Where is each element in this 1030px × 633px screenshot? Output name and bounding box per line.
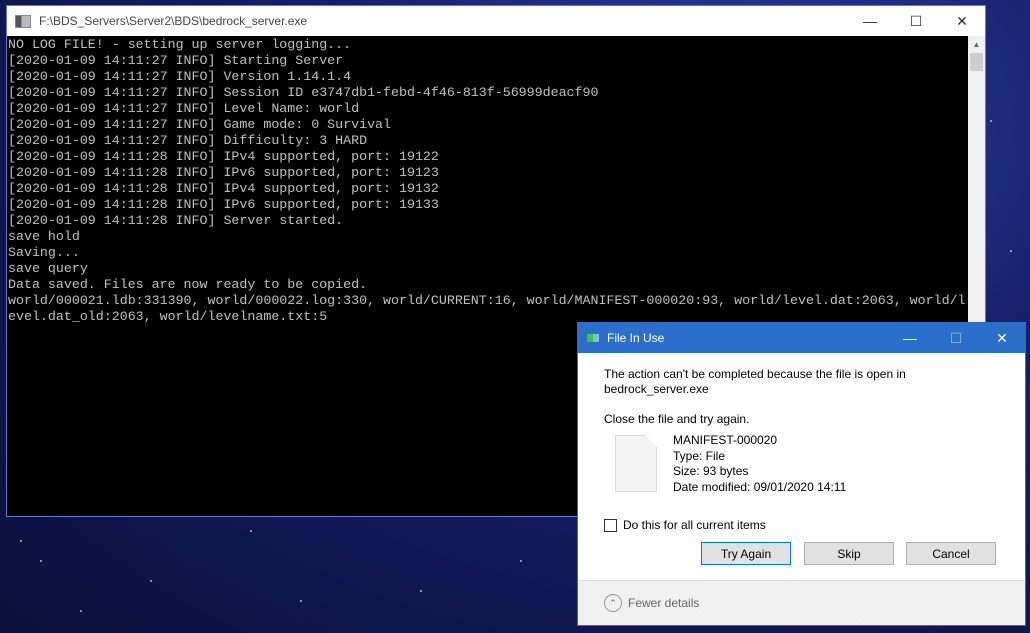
cancel-button[interactable]: Cancel — [906, 542, 996, 565]
star — [150, 580, 152, 582]
console-app-icon — [15, 14, 31, 28]
file-name: MANIFEST-000020 — [673, 433, 778, 447]
console-line: [2020-01-09 14:11:27 INFO] Level Name: w… — [8, 101, 360, 116]
star — [520, 560, 522, 562]
console-line: save hold — [8, 229, 80, 244]
star — [420, 590, 422, 592]
maximize-button[interactable]: ☐ — [893, 6, 939, 36]
dialog-footer: ⌃ Fewer details — [578, 580, 1025, 625]
star — [250, 530, 252, 532]
file-date: Date modified: 09/01/2020 14:11 — [673, 479, 847, 494]
star — [1010, 250, 1012, 252]
minimize-button[interactable]: — — [847, 6, 893, 36]
console-line: NO LOG FILE! - setting up server logging… — [8, 37, 352, 52]
checkbox-label: Do this for all current items — [623, 518, 766, 532]
console-line: save query — [8, 261, 88, 276]
dialog-message-line2: bedrock_server.exe — [604, 382, 709, 396]
console-line: [2020-01-09 14:11:28 INFO] IPv6 supporte… — [8, 165, 439, 180]
star — [860, 620, 862, 622]
console-line: [2020-01-09 14:11:27 INFO] Difficulty: 3… — [8, 133, 368, 148]
dialog-title: File In Use — [607, 331, 665, 345]
file-size: Size: 93 bytes — [673, 464, 749, 478]
file-transfer-icon — [587, 334, 599, 342]
scroll-up-icon[interactable]: ▲ — [968, 36, 985, 53]
console-line: world/000021.ldb:331390, world/000022.lo… — [8, 293, 966, 308]
dialog-close-button[interactable]: ✕ — [979, 323, 1025, 353]
star — [80, 610, 82, 612]
star — [20, 540, 22, 542]
apply-all-checkbox[interactable]: Do this for all current items — [604, 518, 766, 532]
file-icon — [615, 435, 657, 492]
console-line: [2020-01-09 14:11:27 INFO] Session ID e3… — [8, 85, 599, 100]
dialog-minimize-button[interactable]: — — [887, 323, 933, 353]
console-line: [2020-01-09 14:11:28 INFO] IPv4 supporte… — [8, 149, 439, 164]
fewer-details-link[interactable]: Fewer details — [628, 596, 699, 610]
console-line: Data saved. Files are now ready to be co… — [8, 277, 368, 292]
console-line: [2020-01-09 14:11:28 INFO] IPv6 supporte… — [8, 197, 439, 212]
star — [40, 560, 42, 562]
console-line: [2020-01-09 14:11:28 INFO] Server starte… — [8, 213, 344, 228]
console-title: F:\BDS_Servers\Server2\BDS\bedrock_serve… — [39, 14, 308, 28]
file-type: Type: File — [673, 448, 726, 463]
chevron-up-icon[interactable]: ⌃ — [604, 594, 622, 612]
close-button[interactable]: ✕ — [939, 6, 985, 36]
star — [700, 610, 702, 612]
try-again-button[interactable]: Try Again — [701, 542, 791, 565]
dialog-message-line1: The action can't be completed because th… — [604, 367, 906, 381]
console-line: [2020-01-09 14:11:27 INFO] Version 1.14.… — [8, 69, 352, 84]
file-info: MANIFEST-000020 Type: File Size: 93 byte… — [673, 433, 846, 495]
file-in-use-dialog: File In Use — ☐ ✕ The action can't be co… — [577, 322, 1026, 626]
console-title-bar[interactable]: F:\BDS_Servers\Server2\BDS\bedrock_serve… — [7, 6, 985, 36]
dialog-title-bar[interactable]: File In Use — ☐ ✕ — [578, 323, 1025, 353]
console-line: [2020-01-09 14:11:27 INFO] Game mode: 0 … — [8, 117, 392, 132]
scrollbar-thumb[interactable] — [970, 53, 983, 71]
dialog-instruction: Close the file and try again. — [604, 412, 750, 426]
console-line: Saving... — [8, 245, 80, 260]
dialog-maximize-button: ☐ — [949, 329, 963, 346]
skip-button[interactable]: Skip — [804, 542, 894, 565]
checkbox-box[interactable] — [604, 518, 617, 532]
console-line: [2020-01-09 14:11:28 INFO] IPv4 supporte… — [8, 181, 439, 196]
star — [990, 120, 992, 122]
console-line: [2020-01-09 14:11:27 INFO] Starting Serv… — [8, 53, 344, 68]
star — [300, 600, 302, 602]
star — [1000, 420, 1002, 422]
